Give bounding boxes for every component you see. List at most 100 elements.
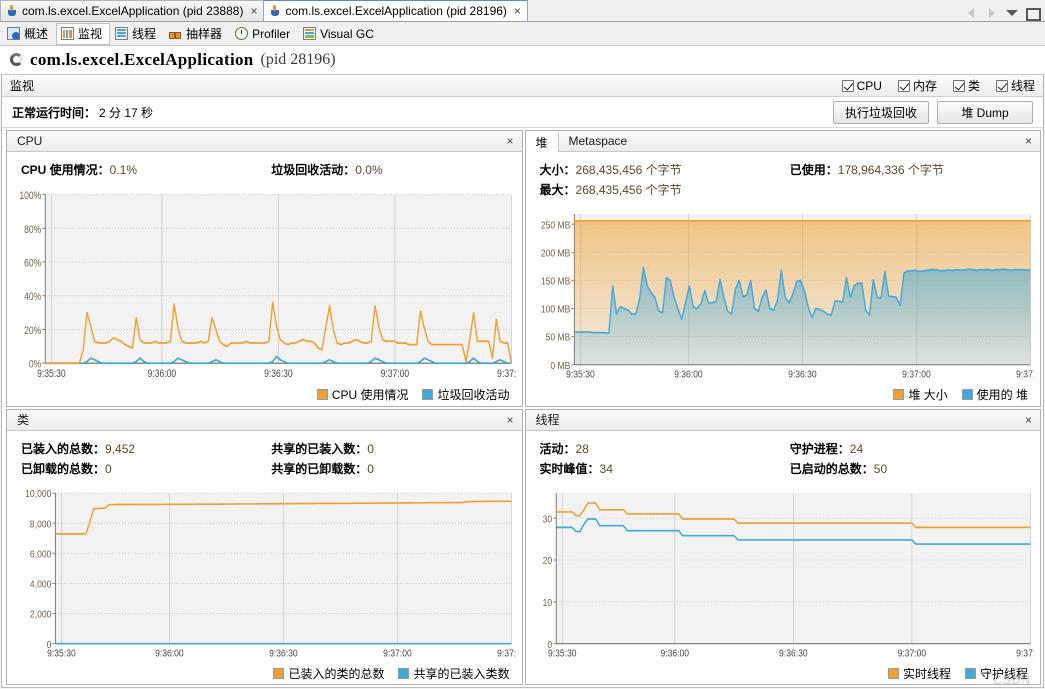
cpu-usage-value: 0.1% — [109, 163, 138, 177]
svg-text:9:36:00: 9:36:00 — [674, 369, 703, 380]
heap-chart[interactable]: 0 MB 50 MB 100 MB 150 MB 200 MB 250 MB 9:35:30… — [526, 207, 1041, 386]
heap-max-value: 268,435,456 个字节 — [575, 183, 682, 197]
close-icon[interactable]: × — [498, 410, 521, 430]
visualgc-icon — [303, 27, 317, 40]
threads-live-value: 28 — [575, 441, 589, 456]
svg-text:9:35:30: 9:35:30 — [37, 368, 66, 380]
close-icon[interactable]: × — [250, 4, 257, 18]
metaspace-tab[interactable]: Metaspace — [559, 131, 638, 151]
visualvm-window: com.ls.excel.ExcelApplication (pid 23888… — [0, 0, 1045, 689]
monitor-icon — [61, 27, 75, 40]
tab-monitor[interactable]: 监视 — [56, 22, 111, 45]
close-icon[interactable]: × — [1017, 131, 1040, 151]
application-name: com.ls.excel.ExcelApplication — [30, 49, 254, 69]
tab-overview[interactable]: 概述 — [2, 23, 56, 45]
classes-shared-unloaded-label: 共享的已卸载数： — [271, 461, 368, 476]
heap-stats: 大小：268,435,456 个字节 最大：268,435,456 个字节 已使… — [526, 152, 1041, 207]
classes-loaded-label: 已装入的总数： — [21, 441, 106, 456]
svg-text:50 MB: 50 MB — [545, 332, 570, 343]
tab-threads[interactable]: 线程 — [110, 23, 164, 45]
threads-icon — [115, 27, 129, 40]
close-icon[interactable]: × — [498, 131, 521, 151]
classes-panel-title: 类 — [17, 413, 30, 427]
close-icon[interactable]: × — [1017, 410, 1040, 430]
legend-label: 使用的 堆 — [976, 388, 1028, 402]
legend-swatch-icon — [961, 389, 973, 400]
app-tab-label: com.ls.excel.ExcelApplication (pid 28196… — [285, 4, 507, 18]
svg-text:40%: 40% — [24, 291, 41, 303]
heap-tab[interactable]: 堆 — [525, 131, 559, 152]
threads-chart[interactable]: 01020309:35:309:36:009:36:309:37:009:37:… — [526, 486, 1041, 665]
action-buttons: 执行垃圾回收 堆 Dump — [832, 100, 1033, 124]
java-icon — [269, 5, 281, 17]
legend-swatch-icon — [398, 667, 410, 679]
threads-panel-header: 线程 × — [525, 409, 1040, 431]
classes-unloaded-value: 0 — [105, 461, 112, 476]
legend-heap-used[interactable]: 使用的 堆 — [961, 386, 1028, 403]
legend-classes-loaded[interactable]: 已装入的类的总数 — [273, 665, 384, 682]
tab-visual-gc[interactable]: Visual GC — [298, 23, 382, 45]
legend-label: CPU 使用情况 — [331, 388, 409, 402]
legend-threads-live[interactable]: 实时线程 — [887, 665, 951, 682]
svg-text:9:36:30: 9:36:30 — [269, 648, 298, 659]
checkbox-icon — [897, 79, 910, 92]
legend-classes-shared[interactable]: 共享的已装入类数 — [398, 665, 510, 682]
heap-panel-header: 堆 Metaspace × — [525, 131, 1040, 152]
svg-text:9:36:00: 9:36:00 — [660, 648, 689, 659]
perform-gc-button[interactable]: 执行垃圾回收 — [832, 100, 929, 124]
application-tab-bar: com.ls.excel.ExcelApplication (pid 23888… — [0, 0, 1045, 22]
java-icon — [6, 5, 18, 17]
uptime-row: 正常运行时间： 2 分 17 秒 执行垃圾回收 堆 Dump — [2, 97, 1043, 128]
checkbox-cpu-label: CPU — [856, 78, 882, 93]
checkbox-cpu[interactable]: CPU — [841, 78, 882, 93]
maximize-icon[interactable] — [1026, 7, 1041, 21]
uptime-label: 正常运行时间： — [12, 105, 97, 120]
legend-swatch-icon — [964, 667, 976, 679]
classes-loaded-value: 9,452 — [105, 441, 136, 456]
threads-stats: 活动：28 实时峰值：34 守护进程：24 已启动的总数：50 — [526, 431, 1041, 486]
chevron-down-icon[interactable] — [1006, 7, 1018, 18]
checkbox-memory[interactable]: 内存 — [897, 77, 937, 94]
legend-gc-activity[interactable]: 垃圾回收活动 — [422, 386, 510, 403]
heap-chart-legend: 堆 大小 使用的 堆 — [526, 386, 1041, 406]
page-title: com.ls.excel.ExcelApplication (pid 28196… — [0, 46, 1045, 74]
checkbox-icon — [841, 79, 854, 92]
cpu-chart[interactable]: 0% 20% 40% 60% 80% 100% 9:35:30 9:36:00 9:36:30 9… — [7, 187, 522, 386]
monitor-section-header: 监视 CPU 内存 类 线程 — [2, 75, 1043, 97]
nav-forward-icon[interactable] — [986, 7, 997, 18]
uptime-value: 2 分 17 秒 — [99, 105, 154, 120]
tab-sampler[interactable]: 抽样器 — [164, 23, 230, 45]
threads-daemon-label: 守护进程： — [789, 441, 850, 456]
app-tab-23888[interactable]: com.ls.excel.ExcelApplication (pid 23888… — [0, 0, 265, 21]
monitor-section-label: 监视 — [10, 79, 35, 93]
threads-daemon-value: 24 — [849, 441, 864, 456]
app-tab-28196[interactable]: com.ls.excel.ExcelApplication (pid 28196… — [263, 0, 528, 21]
classes-panel-header: 类 × — [7, 409, 522, 431]
nav-back-icon[interactable] — [966, 7, 977, 18]
svg-text:9:35:30: 9:35:30 — [548, 648, 577, 659]
close-icon[interactable]: × — [514, 4, 521, 18]
legend-heap-size[interactable]: 堆 大小 — [893, 386, 948, 403]
cpu-panel-title: CPU — [17, 134, 43, 148]
svg-text:250 MB: 250 MB — [540, 220, 570, 231]
tab-visual-gc-label: Visual GC — [320, 26, 374, 41]
loading-spinner-icon — [10, 53, 23, 66]
classes-chart[interactable]: 0 2,000 4,000 6,000 8,000 10,000 9:35:30 9:36:0… — [7, 486, 522, 665]
legend-swatch-icon — [887, 667, 899, 679]
classes-stats: 已装入的总数：9,452 已卸载的总数：0 共享的已装入数：0 共享的已卸载数：… — [7, 431, 522, 486]
checkbox-classes[interactable]: 类 — [952, 77, 980, 94]
svg-text:2,000: 2,000 — [30, 609, 51, 620]
heap-dump-button[interactable]: 堆 Dump — [937, 100, 1033, 124]
monitor-section: 监视 CPU 内存 类 线程 正常运行时间： 2 分 17 秒 执行垃圾回收 堆… — [1, 74, 1044, 688]
classes-unloaded-label: 已卸载的总数： — [21, 461, 106, 476]
classes-shared-loaded-value: 0 — [367, 441, 374, 456]
checkbox-threads[interactable]: 线程 — [995, 77, 1035, 94]
svg-text:9:37:30: 9:37:30 — [1016, 648, 1034, 659]
svg-text:10,000: 10,000 — [25, 488, 51, 499]
legend-cpu-usage[interactable]: CPU 使用情况 — [316, 386, 409, 403]
tab-profiler[interactable]: Profiler — [230, 23, 298, 45]
legend-label: 已装入的类的总数 — [288, 666, 385, 681]
svg-text:9:37:00: 9:37:00 — [897, 648, 926, 659]
legend-threads-daemon[interactable]: 守护线程 — [964, 665, 1028, 682]
legend-swatch-icon — [893, 389, 905, 400]
